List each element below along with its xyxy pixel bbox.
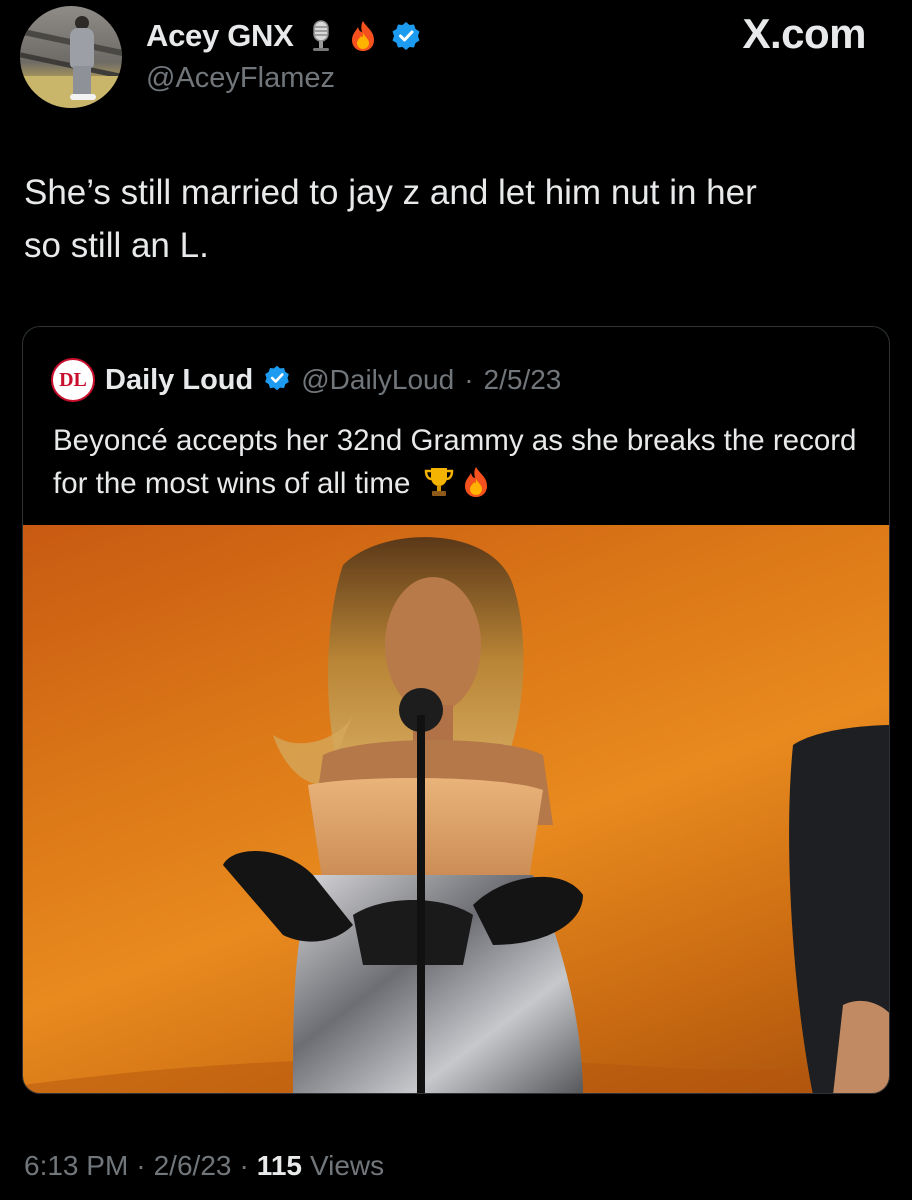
quoted-avatar-initials: DL (59, 368, 87, 391)
quoted-tweet-header: DL Daily Loud @DailyLoud · 2/5/23 (51, 358, 562, 402)
tweet-header: Acey GNX @AceyFlamez X.com (0, 0, 912, 120)
meta-separator: · (464, 364, 474, 395)
meta-separator: · (239, 1150, 249, 1181)
author-handle[interactable]: @AceyFlamez (146, 62, 335, 95)
author-display-name[interactable]: Acey GNX (146, 18, 294, 54)
tweet-text: She’s still married to jay z and let him… (24, 173, 757, 265)
meta-separator: · (136, 1150, 146, 1181)
views-count: 115 (256, 1150, 302, 1181)
microphone-icon (306, 19, 336, 53)
fire-icon (348, 19, 378, 53)
tweet-date[interactable]: 2/6/23 (154, 1150, 232, 1182)
fire-icon (461, 465, 491, 511)
avatar-platform (20, 76, 122, 108)
quoted-inline-icons (423, 465, 491, 511)
author-name-row: Acey GNX (146, 14, 420, 58)
site-label: X.com (742, 10, 866, 57)
quoted-tweet-card[interactable]: DL Daily Loud @DailyLoud · 2/5/23 Beyonc… (22, 326, 890, 1094)
quoted-author-handle[interactable]: @DailyLoud (301, 364, 454, 396)
verified-badge-icon (263, 363, 291, 398)
tweet-time[interactable]: 6:13 PM (24, 1150, 128, 1182)
trophy-icon (423, 465, 455, 511)
avatar-person-legs (73, 66, 91, 96)
quoted-tweet-date[interactable]: 2/5/23 (484, 364, 562, 396)
avatar-person-body (70, 28, 94, 68)
verified-badge-icon[interactable] (390, 19, 420, 53)
avatar-person-shoes (70, 94, 96, 100)
quoted-tweet-photo[interactable] (23, 525, 889, 1093)
quoted-tweet-text: Beyoncé accepts her 32nd Grammy as she b… (53, 419, 873, 511)
quoted-author-avatar[interactable]: DL (51, 358, 95, 402)
views-label: Views (309, 1150, 385, 1181)
tweet-timestamp-row: 6:13 PM · 2/6/23 · 115 Views (24, 1150, 384, 1182)
quoted-author-name[interactable]: Daily Loud (105, 364, 253, 397)
author-avatar[interactable] (20, 6, 122, 108)
